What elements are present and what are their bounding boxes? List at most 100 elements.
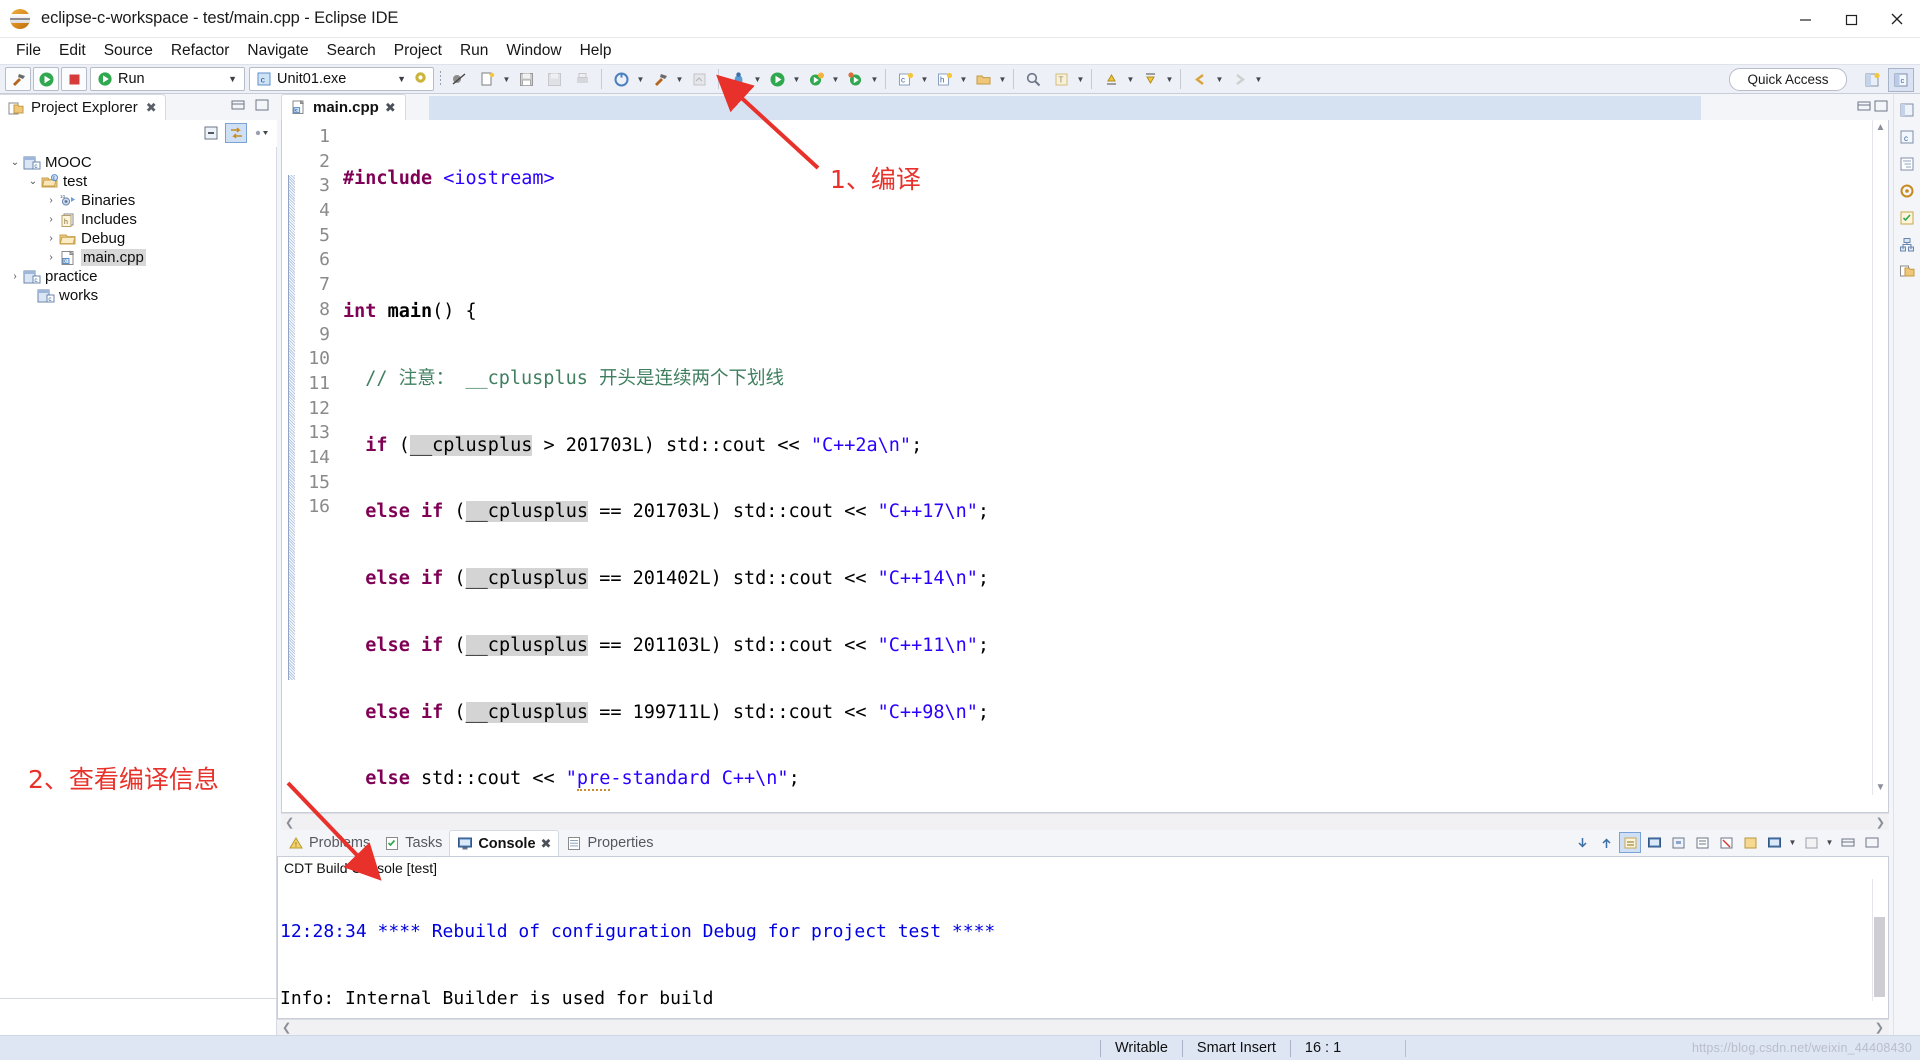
back-dropdown[interactable]: ▼ bbox=[1214, 75, 1225, 84]
prev-annotation-dropdown[interactable]: ▼ bbox=[1164, 75, 1175, 84]
build-all-icon[interactable] bbox=[608, 67, 634, 91]
console-view-menu-icon[interactable] bbox=[1800, 832, 1822, 853]
menu-project[interactable]: Project bbox=[385, 40, 451, 62]
build-targets-icon[interactable] bbox=[1897, 181, 1917, 201]
open-type-dropdown[interactable]: ▼ bbox=[1075, 75, 1086, 84]
build-dropdown[interactable]: ▼ bbox=[674, 75, 685, 84]
pin-console-icon[interactable] bbox=[1667, 832, 1689, 853]
debug-icon[interactable] bbox=[725, 67, 751, 91]
chevron-right-icon-2[interactable]: › bbox=[44, 214, 58, 225]
build-hammer-icon-2[interactable] bbox=[647, 67, 673, 91]
save-all-icon[interactable] bbox=[541, 67, 567, 91]
scroll-right-icon-2[interactable]: ❯ bbox=[1875, 1021, 1884, 1034]
open-type-icon[interactable]: T bbox=[1048, 67, 1074, 91]
close-icon[interactable]: ✖ bbox=[385, 100, 396, 116]
console-view-menu-dropdown[interactable]: ▼ bbox=[1824, 838, 1835, 847]
restore-view-icon[interactable] bbox=[1897, 100, 1917, 120]
maximize-button[interactable] bbox=[1828, 0, 1874, 38]
code-editor[interactable]: 1 2 3 4 5 6 7 8 9 10 11 12 13 14 15 16 #… bbox=[281, 120, 1889, 813]
tab-tasks[interactable]: Tasks bbox=[377, 830, 449, 856]
next-annotation-icon[interactable] bbox=[1098, 67, 1124, 91]
type-hierarchy-icon[interactable] bbox=[1897, 235, 1917, 255]
new-cpp-class-dropdown[interactable]: ▼ bbox=[919, 75, 930, 84]
new-wizard-dropdown[interactable]: ▼ bbox=[501, 75, 512, 84]
build-hammer-icon[interactable] bbox=[5, 67, 31, 91]
tree-item-main-cpp[interactable]: › c main.cpp bbox=[0, 248, 276, 267]
back-icon[interactable] bbox=[1187, 67, 1213, 91]
new-c-project-icon[interactable]: h bbox=[931, 67, 957, 91]
stop-icon[interactable] bbox=[61, 67, 87, 91]
scroll-lock-icon[interactable] bbox=[1619, 832, 1641, 853]
maximize-console-icon[interactable] bbox=[1861, 832, 1883, 853]
close-icon[interactable]: ✖ bbox=[146, 100, 157, 116]
tab-properties[interactable]: Properties bbox=[559, 830, 660, 856]
tree-item-binaries[interactable]: › 10 Binaries bbox=[0, 191, 276, 210]
scroll-down-icon[interactable] bbox=[1571, 832, 1593, 853]
collapse-all-icon[interactable] bbox=[200, 123, 222, 143]
new-folder-icon[interactable] bbox=[970, 67, 996, 91]
menu-window[interactable]: Window bbox=[497, 40, 570, 62]
maximize-editor-icon[interactable] bbox=[1874, 99, 1888, 113]
console-horizontal-scrollbar[interactable]: ❮ ❯ bbox=[277, 1019, 1889, 1035]
skip-breakpoints-icon[interactable] bbox=[446, 67, 472, 91]
run-external-dropdown[interactable]: ▼ bbox=[830, 75, 841, 84]
tree-item-test[interactable]: ⌄ c test bbox=[0, 172, 276, 191]
editor-horizontal-scrollbar[interactable]: ❮ ❯ bbox=[281, 813, 1889, 830]
tree-item-includes[interactable]: › h Includes bbox=[0, 210, 276, 229]
scroll-right-icon[interactable]: ❯ bbox=[1876, 816, 1885, 829]
show-console-icon[interactable] bbox=[1643, 832, 1665, 853]
console-scrollbar-thumb[interactable] bbox=[1874, 917, 1885, 997]
close-button[interactable] bbox=[1874, 0, 1920, 38]
editor-vertical-scrollbar[interactable]: ▲ ▼ bbox=[1872, 120, 1888, 795]
launch-target-combo[interactable]: c Unit01.exe ▼ bbox=[249, 67, 434, 91]
outline-view-icon[interactable] bbox=[1897, 154, 1917, 174]
new-cpp-class-icon[interactable]: c bbox=[892, 67, 918, 91]
new-console-view-icon[interactable] bbox=[1739, 832, 1761, 853]
toolbar-drag-handle-1[interactable] bbox=[439, 70, 442, 88]
menu-search[interactable]: Search bbox=[318, 40, 385, 62]
profile-dropdown[interactable]: ▼ bbox=[869, 75, 880, 84]
task-list-icon[interactable] bbox=[1897, 208, 1917, 228]
link-with-editor-icon[interactable] bbox=[225, 123, 247, 143]
minimize-button[interactable] bbox=[1782, 0, 1828, 38]
scroll-left-icon[interactable]: ❮ bbox=[285, 816, 294, 829]
menu-help[interactable]: Help bbox=[571, 40, 621, 62]
save-icon[interactable] bbox=[513, 67, 539, 91]
menu-file[interactable]: File bbox=[7, 40, 50, 62]
new-c-project-dropdown[interactable]: ▼ bbox=[958, 75, 969, 84]
chevron-right-icon[interactable]: › bbox=[44, 195, 58, 206]
perspective-cpp-button[interactable]: c bbox=[1888, 68, 1914, 92]
build-all-dropdown[interactable]: ▼ bbox=[635, 75, 646, 84]
tree-item-debug[interactable]: › Debug bbox=[0, 229, 276, 248]
chevron-right-icon-3[interactable]: › bbox=[44, 233, 58, 244]
menu-source[interactable]: Source bbox=[95, 40, 162, 62]
open-console-icon[interactable] bbox=[1763, 832, 1785, 853]
search-icon[interactable] bbox=[1020, 67, 1046, 91]
chevron-down-icon-2[interactable]: ⌄ bbox=[26, 176, 40, 187]
scroll-up-icon[interactable] bbox=[1595, 832, 1617, 853]
run-external-icon[interactable] bbox=[803, 67, 829, 91]
chevron-down-icon[interactable]: ▼ bbox=[221, 74, 244, 84]
run-icon[interactable] bbox=[33, 67, 59, 91]
minimize-console-icon[interactable] bbox=[1837, 832, 1859, 853]
run-dropdown[interactable]: ▼ bbox=[791, 75, 802, 84]
close-icon[interactable]: ✖ bbox=[541, 836, 552, 852]
new-folder-dropdown[interactable]: ▼ bbox=[997, 75, 1008, 84]
console-vertical-scrollbar[interactable] bbox=[1872, 879, 1887, 1001]
maximize-view-icon[interactable] bbox=[251, 95, 273, 115]
menu-edit[interactable]: Edit bbox=[50, 40, 95, 62]
next-annotation-dropdown[interactable]: ▼ bbox=[1125, 75, 1136, 84]
minimize-editor-icon[interactable] bbox=[1857, 99, 1871, 113]
project-explorer-rail-icon[interactable] bbox=[1897, 262, 1917, 282]
menu-run[interactable]: Run bbox=[451, 40, 497, 62]
perspective-cpp-icon[interactable]: c bbox=[1897, 127, 1917, 147]
folding-column[interactable] bbox=[285, 120, 297, 812]
code-text-area[interactable]: #include <iostream> −int main() { // 注意：… bbox=[337, 120, 1888, 812]
new-wizard-icon[interactable] bbox=[474, 67, 500, 91]
chevron-right-icon-4[interactable]: › bbox=[44, 252, 58, 263]
scroll-left-icon-2[interactable]: ❮ bbox=[282, 1021, 291, 1034]
profile-icon[interactable] bbox=[842, 67, 868, 91]
open-console-dropdown[interactable]: ▼ bbox=[1787, 838, 1798, 847]
clear-console-icon[interactable] bbox=[1715, 832, 1737, 853]
tree-item-mooc[interactable]: ⌄ c MOOC bbox=[0, 153, 276, 172]
